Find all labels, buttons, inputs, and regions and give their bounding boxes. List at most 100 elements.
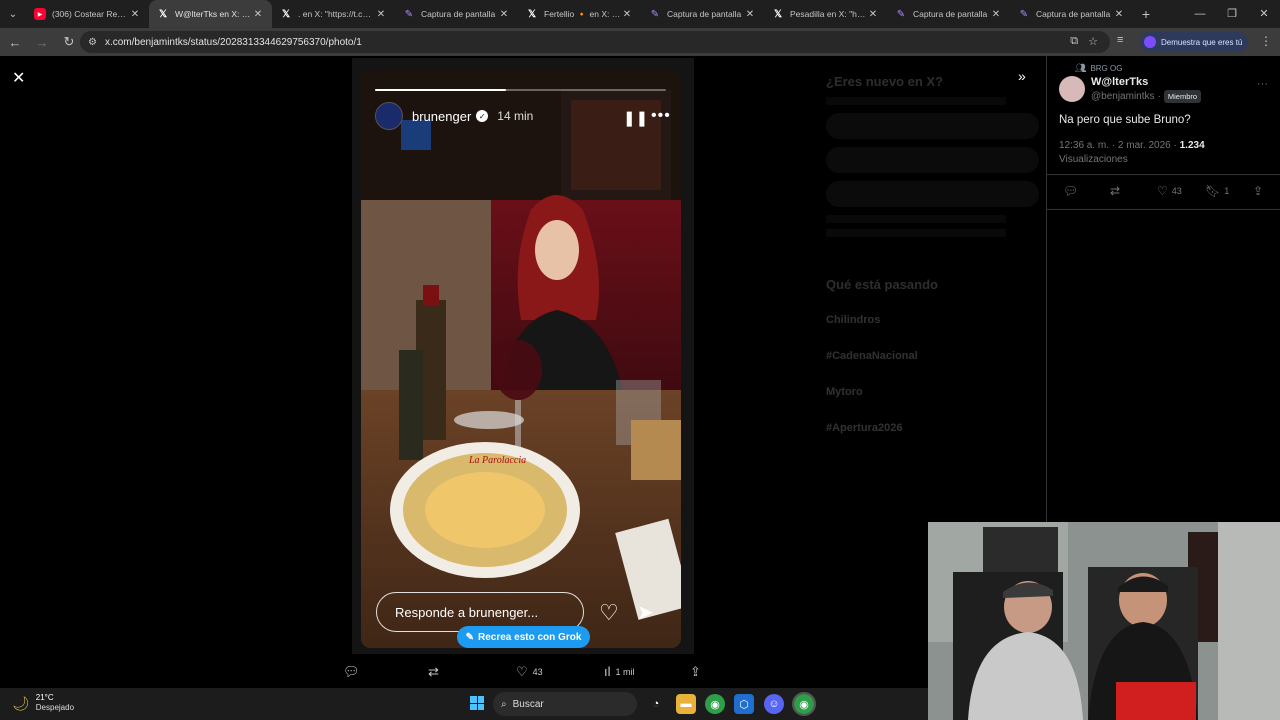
close-tab-icon[interactable]: ✕: [990, 9, 1002, 20]
tab-title: Captura de pantalla: [913, 9, 988, 19]
browser-tab[interactable]: ✎ Captura de pantalla ✕: [1010, 0, 1133, 28]
tab-title: (306) Costear Remix: [52, 9, 129, 19]
webcam-image: [928, 522, 1280, 720]
like-button[interactable]: ♡ 43: [1157, 184, 1182, 198]
taskbar-search[interactable]: ⌕ Buscar: [493, 692, 637, 716]
close-icon[interactable]: ✕: [12, 68, 25, 88]
share-icon[interactable]: ⇪: [1253, 184, 1263, 198]
close-window-icon[interactable]: ✕: [1248, 0, 1280, 28]
verified-badge-icon: ✓: [476, 110, 489, 122]
restore-icon[interactable]: ❐: [1216, 0, 1248, 28]
restaurant-scene-image: La Parolaccia: [361, 70, 681, 648]
more-icon[interactable]: ···: [1257, 78, 1268, 90]
placeholder-line: [826, 229, 1006, 237]
close-tab-icon[interactable]: ✕: [129, 9, 141, 20]
share-icon[interactable]: ⇪: [690, 664, 701, 680]
story-heart-icon[interactable]: ♡: [599, 600, 619, 626]
x-logo-icon: 𝕏: [158, 8, 168, 20]
grok-recreate-button[interactable]: ✎ Recrea esto con Grok: [457, 626, 590, 648]
tab-list: ▶ (306) Costear Remix ✕ 𝕏 W@lterTks en X: "N…: [26, 0, 1133, 28]
install-app-icon[interactable]: ⧉: [1070, 35, 1078, 48]
repost-icon[interactable]: ⇄: [1110, 184, 1120, 198]
search-label: Buscar: [512, 698, 544, 710]
close-tab-icon[interactable]: ✕: [498, 9, 510, 20]
discord-icon[interactable]: ☺: [764, 694, 784, 714]
heart-icon: ♡: [1157, 184, 1168, 198]
reading-list-icon[interactable]: ≡: [1117, 34, 1123, 46]
bookmark-icon: 🔖︎: [1205, 184, 1221, 198]
more-options-icon[interactable]: •••: [651, 107, 671, 125]
browser-tab[interactable]: 𝕏 . en X: "https://t.co/K ✕: [272, 0, 395, 28]
reload-icon[interactable]: ↻: [57, 34, 81, 50]
profile-pill[interactable]: Demuestra que eres tú: [1140, 32, 1248, 52]
store-icon[interactable]: ⬡: [734, 694, 754, 714]
browser-tab[interactable]: 𝕏 W@lterTks en X: "Na ✕: [149, 0, 272, 28]
expand-panel-icon[interactable]: »: [1018, 68, 1026, 84]
tweet-text: Na pero que sube Bruno?: [1059, 114, 1191, 126]
story-photo: La Parolaccia brunenger ✓ 14 min ❚❚ ••• …: [361, 70, 681, 648]
close-tab-icon[interactable]: ✕: [621, 9, 633, 20]
omnibox[interactable]: ⚙ x.com/benjamintks/status/2028313344629…: [80, 31, 1110, 53]
close-tab-icon[interactable]: ✕: [867, 9, 879, 20]
profile-avatar-icon: [1144, 36, 1156, 48]
browser-tab[interactable]: ✎ Captura de pantalla ✕: [887, 0, 1010, 28]
minimize-icon[interactable]: —: [1184, 0, 1216, 28]
heart-icon: ♡: [516, 664, 528, 679]
create-account-button: [826, 181, 1039, 207]
handle[interactable]: @benjamintks: [1091, 91, 1155, 102]
back-icon[interactable]: ←: [3, 35, 27, 50]
site-info-icon[interactable]: ⚙: [88, 37, 97, 48]
story-avatar[interactable]: [375, 102, 403, 130]
browser-tab[interactable]: ✎ Captura de pantalla ✕: [641, 0, 764, 28]
like-count: 43: [532, 667, 543, 677]
timestamp[interactable]: 12:36 a. m. · 2 mar. 2026 ·: [1059, 140, 1177, 151]
divider: [1047, 174, 1280, 175]
analytics-icon: ıl: [604, 664, 611, 679]
browser-menu-icon[interactable]: ⋮: [1260, 34, 1272, 48]
reply-icon[interactable]: 💬︎: [1063, 184, 1078, 198]
views-count: 1.234: [1179, 140, 1205, 151]
browser-tab[interactable]: 𝕏 Fertellio 🔸 en X: "Lo ✕: [518, 0, 641, 28]
url-text[interactable]: x.com/benjamintks/status/202831334462975…: [105, 37, 362, 48]
repost-icon[interactable]: ⇄: [428, 664, 439, 680]
views-count: 1 mil: [615, 666, 635, 677]
browser-tab[interactable]: ✎ Captura de pantalla ✕: [395, 0, 518, 28]
avatar[interactable]: [1059, 76, 1085, 102]
speedometer-app-icon[interactable]: ◔: [646, 694, 666, 714]
like-button[interactable]: ♡ 43: [516, 664, 543, 680]
trend-category: [826, 336, 1039, 348]
close-tab-icon[interactable]: ✕: [252, 9, 264, 20]
pause-icon[interactable]: ❚❚: [623, 109, 648, 127]
weather-widget[interactable]: 🌙︎ 21°C Despejado: [12, 693, 74, 713]
display-name[interactable]: W@lterTks: [1091, 76, 1148, 88]
tab-search-button[interactable]: ⌄: [0, 0, 26, 28]
bookmark-star-icon[interactable]: ☆: [1088, 35, 1098, 48]
signup-apple-button: [826, 147, 1039, 173]
close-tab-icon[interactable]: ✕: [1113, 9, 1125, 20]
x-logo-icon: 𝕏: [527, 8, 537, 20]
community-context[interactable]: 👥︎ BRG OG: [1075, 63, 1122, 74]
chrome-icon[interactable]: ◉: [705, 694, 725, 714]
browser-tab[interactable]: ▶ (306) Costear Remix ✕: [26, 0, 149, 28]
browser-tab[interactable]: 𝕏 Pesadilla en X: "https: ✕: [764, 0, 887, 28]
forward-icon[interactable]: →: [30, 35, 54, 50]
window-controls: — ❐ ✕: [1184, 0, 1280, 28]
grok-button-label: Recrea esto con Grok: [478, 631, 582, 643]
photo-action-bar: 💬︎ ⇄ ♡ 43 ıl 1 mil ⇪: [330, 662, 720, 684]
story-send-icon[interactable]: ➤: [637, 600, 654, 625]
close-tab-icon[interactable]: ✕: [744, 9, 756, 20]
bookmark-button[interactable]: 🔖︎ 1: [1205, 184, 1229, 198]
new-tab-button[interactable]: +: [1133, 6, 1159, 22]
reply-icon[interactable]: 💬︎: [343, 664, 360, 680]
close-tab-icon[interactable]: ✕: [375, 9, 387, 20]
tab-title: Captura de pantalla: [667, 9, 742, 19]
story-username[interactable]: brunenger: [412, 109, 471, 124]
temperature: 21°C: [35, 693, 54, 702]
views-button[interactable]: ıl 1 mil: [604, 664, 635, 679]
windows-start-icon[interactable]: [470, 696, 484, 710]
tab-title: Captura de pantalla: [1036, 9, 1111, 19]
member-badge: Miembro: [1163, 90, 1202, 103]
trend-item: Mytoro: [826, 386, 863, 398]
file-explorer-icon[interactable]: ▬: [676, 694, 696, 714]
chrome-profile-icon[interactable]: ◉: [792, 692, 816, 716]
